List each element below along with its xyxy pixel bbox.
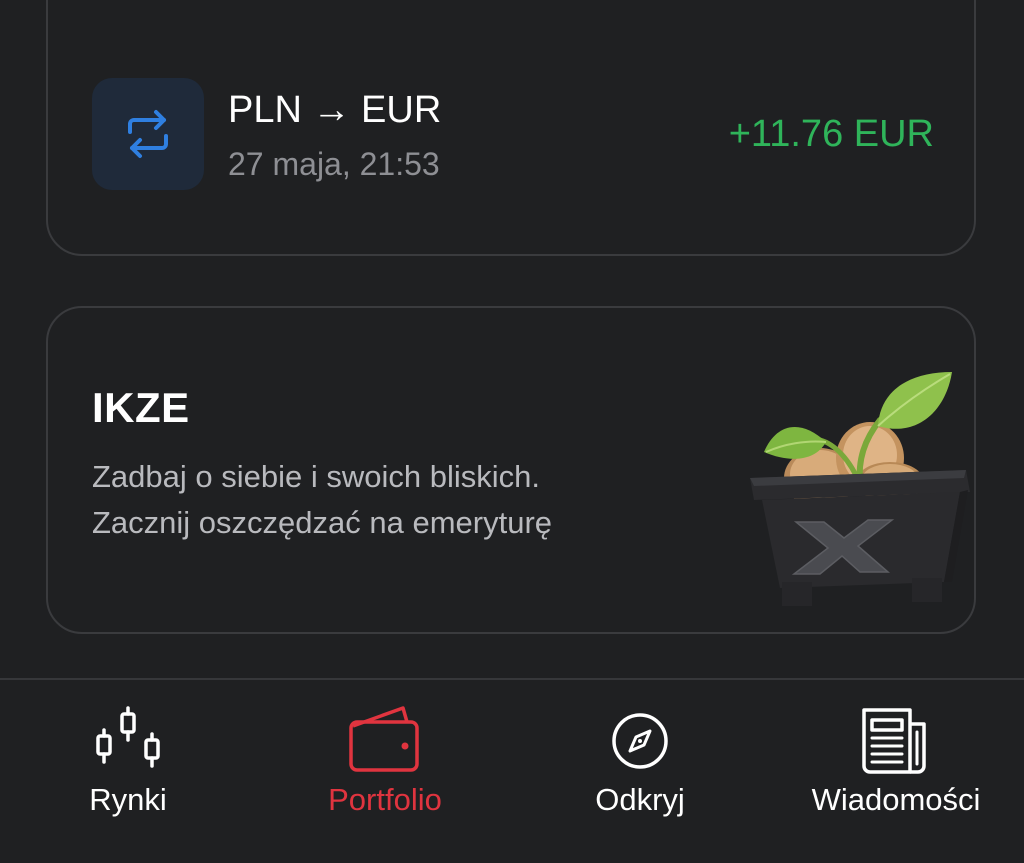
transaction-title: PLN → EUR	[228, 89, 442, 131]
nav-label-odkryj: Odkryj	[595, 782, 685, 817]
promo-line-2: Zacznij oszczędzać na emeryturę	[92, 505, 553, 540]
candlestick-chart-icon	[88, 704, 168, 778]
wallet-icon	[345, 704, 425, 778]
promo-line-1: Zadbaj o siebie i swoich bliskich.	[92, 459, 540, 494]
nav-item-odkryj[interactable]: Odkryj	[576, 680, 704, 863]
promo-title: IKZE	[92, 384, 190, 431]
nav-label-rynki: Rynki	[89, 782, 167, 817]
nav-item-portfolio[interactable]: Portfolio	[304, 680, 466, 863]
exchange-arrows-icon	[128, 110, 168, 158]
transaction-amount: +11.76 EUR	[728, 113, 934, 155]
promo-description: Zadbaj o siebie i swoich bliskich. Zaczn…	[92, 454, 552, 546]
transaction-date: 27 maja, 21:53	[228, 146, 440, 182]
newspaper-icon	[856, 704, 936, 778]
app-screen: PLN → EUR 27 maja, 21:53 +11.76 EUR IKZE…	[0, 0, 1024, 863]
nav-label-portfolio: Portfolio	[328, 782, 442, 817]
bottom-navigation: Rynki Portfolio Odkryj Wiadomości	[0, 678, 1024, 863]
plant-pot-coins-illustration	[750, 372, 970, 606]
transaction-icon-box	[92, 78, 204, 190]
compass-icon	[600, 704, 680, 778]
nav-item-wiadomosci[interactable]: Wiadomości	[796, 680, 996, 863]
nav-item-rynki[interactable]: Rynki	[64, 680, 192, 863]
nav-label-wiadomosci: Wiadomości	[811, 782, 981, 817]
